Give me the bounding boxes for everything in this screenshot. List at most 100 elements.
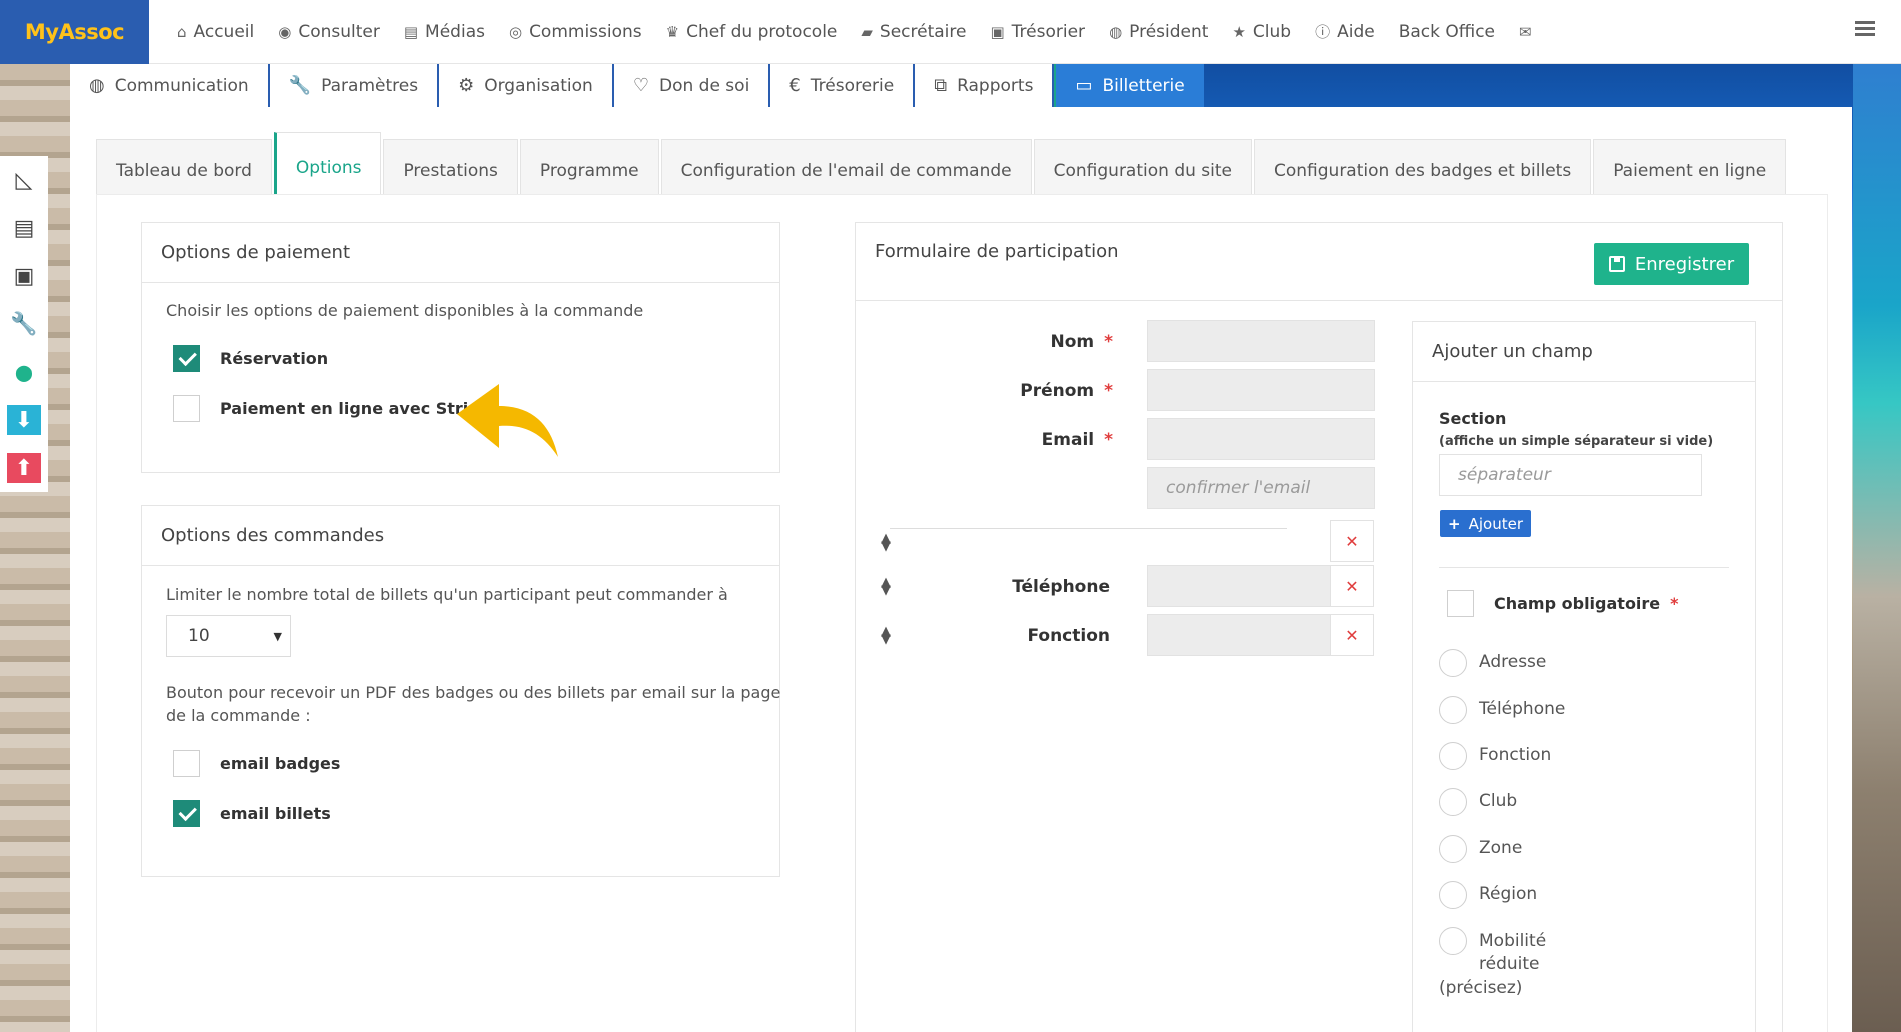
top-nav-item-club[interactable]: ★ Club [1220, 0, 1303, 64]
radio-club[interactable]: Club [1439, 788, 1517, 816]
sub-tab-4[interactable]: Programme [519, 139, 659, 202]
save-button[interactable]: Enregistrer [1594, 243, 1749, 285]
radio-adresse[interactable]: Adresse [1439, 649, 1546, 677]
top-nav-label: Club [1252, 21, 1292, 42]
telephone-field[interactable] [1147, 565, 1331, 607]
main-tab-organisation[interactable]: ⚙ Organisation [439, 64, 614, 107]
radio-telephone[interactable]: Téléphone [1439, 696, 1565, 724]
drag-handle-icon[interactable]: ▲ ▼ [880, 532, 892, 553]
radio-button[interactable] [1439, 696, 1467, 724]
top-nav-item-mail[interactable]: ✉ [1507, 0, 1544, 64]
remove-telephone-button[interactable]: ✕ [1330, 565, 1374, 607]
top-nav-label: Consulter [298, 21, 380, 42]
book-icon: ▰ [861, 22, 873, 41]
main-nav: ◍ Communication 🔧 Paramètres ⚙ Organisation ♡ D… [70, 64, 1205, 107]
email-badges-option[interactable]: email badges [173, 750, 340, 777]
radio-button[interactable] [1439, 742, 1467, 770]
top-nav-item-secrétaire[interactable]: ▰ Secrétaire [849, 0, 978, 64]
file-icon: ▤ [403, 22, 419, 41]
email-badges-checkbox[interactable] [173, 750, 200, 777]
nom-field[interactable] [1147, 320, 1375, 362]
radio-button[interactable] [1439, 927, 1467, 955]
top-nav-item-aide[interactable]: ⓘ Aide [1303, 0, 1387, 64]
side-area-chart-button[interactable]: ◺ [0, 156, 48, 204]
side-map-marker-button[interactable]: ⬤ [0, 348, 48, 396]
sub-tab-3[interactable]: Prestations [383, 139, 518, 202]
top-nav-label: Président [1129, 21, 1209, 42]
fonction-label: Fonction [1027, 626, 1110, 646]
prenom-field[interactable] [1147, 369, 1375, 411]
section-input[interactable]: séparateur [1439, 454, 1702, 496]
top-nav-item-président[interactable]: ◍ Président [1097, 0, 1220, 64]
mandatory-checkbox[interactable] [1447, 590, 1474, 617]
sub-tab-7[interactable]: Configuration des badges et billets [1254, 139, 1592, 202]
radio-button[interactable] [1439, 835, 1467, 863]
arrow-down-icon: ⬇ [7, 405, 41, 435]
radio-fonction[interactable]: Fonction [1439, 742, 1551, 770]
radio-zone[interactable]: Zone [1439, 835, 1522, 863]
radio-region[interactable]: Région [1439, 881, 1537, 909]
sub-tab-5[interactable]: Configuration de l'email de commande [660, 139, 1032, 202]
fonction-field[interactable] [1147, 614, 1331, 656]
add-section-button[interactable]: + Ajouter [1440, 510, 1531, 537]
drag-handle-icon[interactable]: ▲ ▼ [880, 625, 892, 646]
chevron-down-icon: ▼ [273, 629, 282, 643]
save-label: Enregistrer [1634, 253, 1735, 275]
sub-tab-8[interactable]: Paiement en ligne [1593, 139, 1787, 202]
reservation-checkbox[interactable] [173, 345, 200, 372]
add-section-label: Ajouter [1468, 514, 1523, 533]
eye-icon: ◉ [278, 22, 292, 41]
top-nav-item-consulter[interactable]: ◉ Consulter [266, 0, 392, 64]
list-menu-icon[interactable] [1855, 21, 1875, 41]
envelope-icon: ✉ [1519, 22, 1532, 41]
top-nav-item-trésorier[interactable]: ▣ Trésorier [978, 0, 1097, 64]
main-tab-don-de-soi[interactable]: ♡ Don de soi [613, 64, 771, 107]
remove-fonction-button[interactable]: ✕ [1330, 614, 1374, 656]
stripe-checkbox[interactable] [173, 395, 200, 422]
radio-mobilite[interactable]: Mobilité réduite [1439, 927, 1546, 976]
main-tab-communication[interactable]: ◍ Communication [70, 64, 270, 107]
email-billets-checkbox[interactable] [173, 800, 200, 827]
radio-button[interactable] [1439, 649, 1467, 677]
main-tab-paramètres[interactable]: 🔧 Paramètres [269, 64, 440, 107]
side-arrow-up-button[interactable]: ⬆ [0, 444, 48, 492]
top-nav: ⌂ Accueil ◉ Consulter ▤ Médias ◎ Commissions ♛ Ch… [165, 0, 1544, 64]
side-document-button[interactable]: ▤ [0, 204, 48, 252]
sub-tab-2[interactable]: Options [273, 132, 382, 202]
main-tab-rapports[interactable]: ⧉ Rapports [915, 64, 1055, 107]
main-tab-trésorerie[interactable]: € Trésorerie [770, 64, 916, 107]
ticket-limit-select[interactable]: 10 ▼ [166, 615, 291, 657]
main-tab-billetterie[interactable]: ▭ Billetterie [1054, 64, 1205, 107]
top-nav-label: Aide [1337, 21, 1375, 42]
home-icon: ⌂ [177, 22, 187, 41]
email-billets-option[interactable]: email billets [173, 800, 331, 827]
sub-tab-6[interactable]: Configuration du site [1033, 139, 1252, 202]
remove-separator-button[interactable]: ✕ [1330, 520, 1374, 562]
reservation-option[interactable]: Réservation [173, 345, 328, 372]
side-wrench-button[interactable]: 🔧 [0, 300, 48, 348]
top-nav-item-médias[interactable]: ▤ Médias [392, 0, 497, 64]
sub-tab-1[interactable]: Tableau de bord [96, 139, 272, 202]
top-nav-label: Chef du protocole [686, 21, 838, 42]
top-nav-item-back-office[interactable]: Back Office [1387, 0, 1507, 64]
cogs-icon: ⚙ [458, 75, 475, 96]
globe-icon: ◍ [89, 75, 105, 96]
add-field-divider [1439, 567, 1729, 568]
side-money-button[interactable]: ▣ [0, 252, 48, 300]
side-arrow-down-button[interactable]: ⬇ [0, 396, 48, 444]
top-nav-item-chef-du-protocole[interactable]: ♛ Chef du protocole [654, 0, 850, 64]
money-icon: ▣ [13, 263, 35, 289]
email-field[interactable] [1147, 418, 1375, 460]
radio-button[interactable] [1439, 881, 1467, 909]
top-nav-item-commissions[interactable]: ◎ Commissions [497, 0, 654, 64]
email-confirm-field[interactable]: confirmer l'email [1147, 467, 1375, 509]
mandatory-option[interactable]: Champ obligatoire * [1447, 590, 1679, 617]
top-nav-item-accueil[interactable]: ⌂ Accueil [165, 0, 266, 64]
drag-handle-icon[interactable]: ▲ ▼ [880, 576, 892, 597]
brand-logo[interactable]: MyAssoc [0, 0, 149, 64]
radio-button[interactable] [1439, 788, 1467, 816]
document-icon: ▤ [13, 215, 35, 241]
globe-icon: ◍ [1109, 22, 1123, 41]
limit-label: Limiter le nombre total de billets qu'un… [166, 585, 728, 604]
stripe-option[interactable]: Paiement en ligne avec Stripe [173, 395, 491, 422]
